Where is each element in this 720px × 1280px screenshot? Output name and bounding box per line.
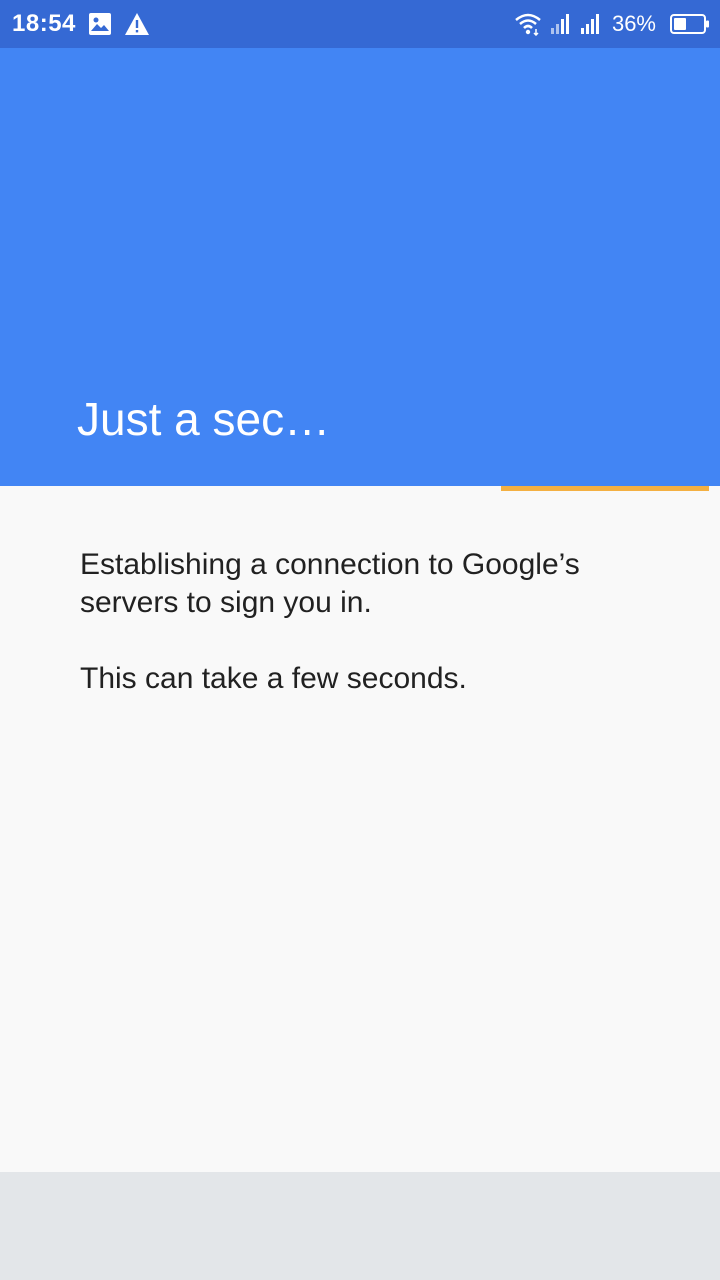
battery-icon <box>670 12 710 36</box>
message-content: Establishing a connection to Google’s se… <box>80 546 660 736</box>
status-left: 18:54 <box>12 0 150 48</box>
message-paragraph: Establishing a connection to Google’s se… <box>80 548 580 619</box>
signal-icon <box>550 12 572 36</box>
status-bar: 18:54 36% <box>0 0 720 48</box>
image-icon <box>88 12 112 36</box>
progress-indicator <box>0 486 720 491</box>
status-right: 36% <box>506 0 710 48</box>
warning-icon <box>124 12 150 36</box>
message-paragraph: This can take a few seconds. <box>80 662 467 695</box>
battery-percentage: 36% <box>611 11 656 36</box>
signal-icon <box>580 12 602 36</box>
header: Just a sec… <box>0 48 720 486</box>
page-title: Just a sec… <box>77 393 331 445</box>
status-time: 18:54 <box>12 10 76 37</box>
wifi-icon <box>514 12 542 37</box>
bottom-bar <box>0 1172 720 1280</box>
progress-bar <box>501 486 709 491</box>
